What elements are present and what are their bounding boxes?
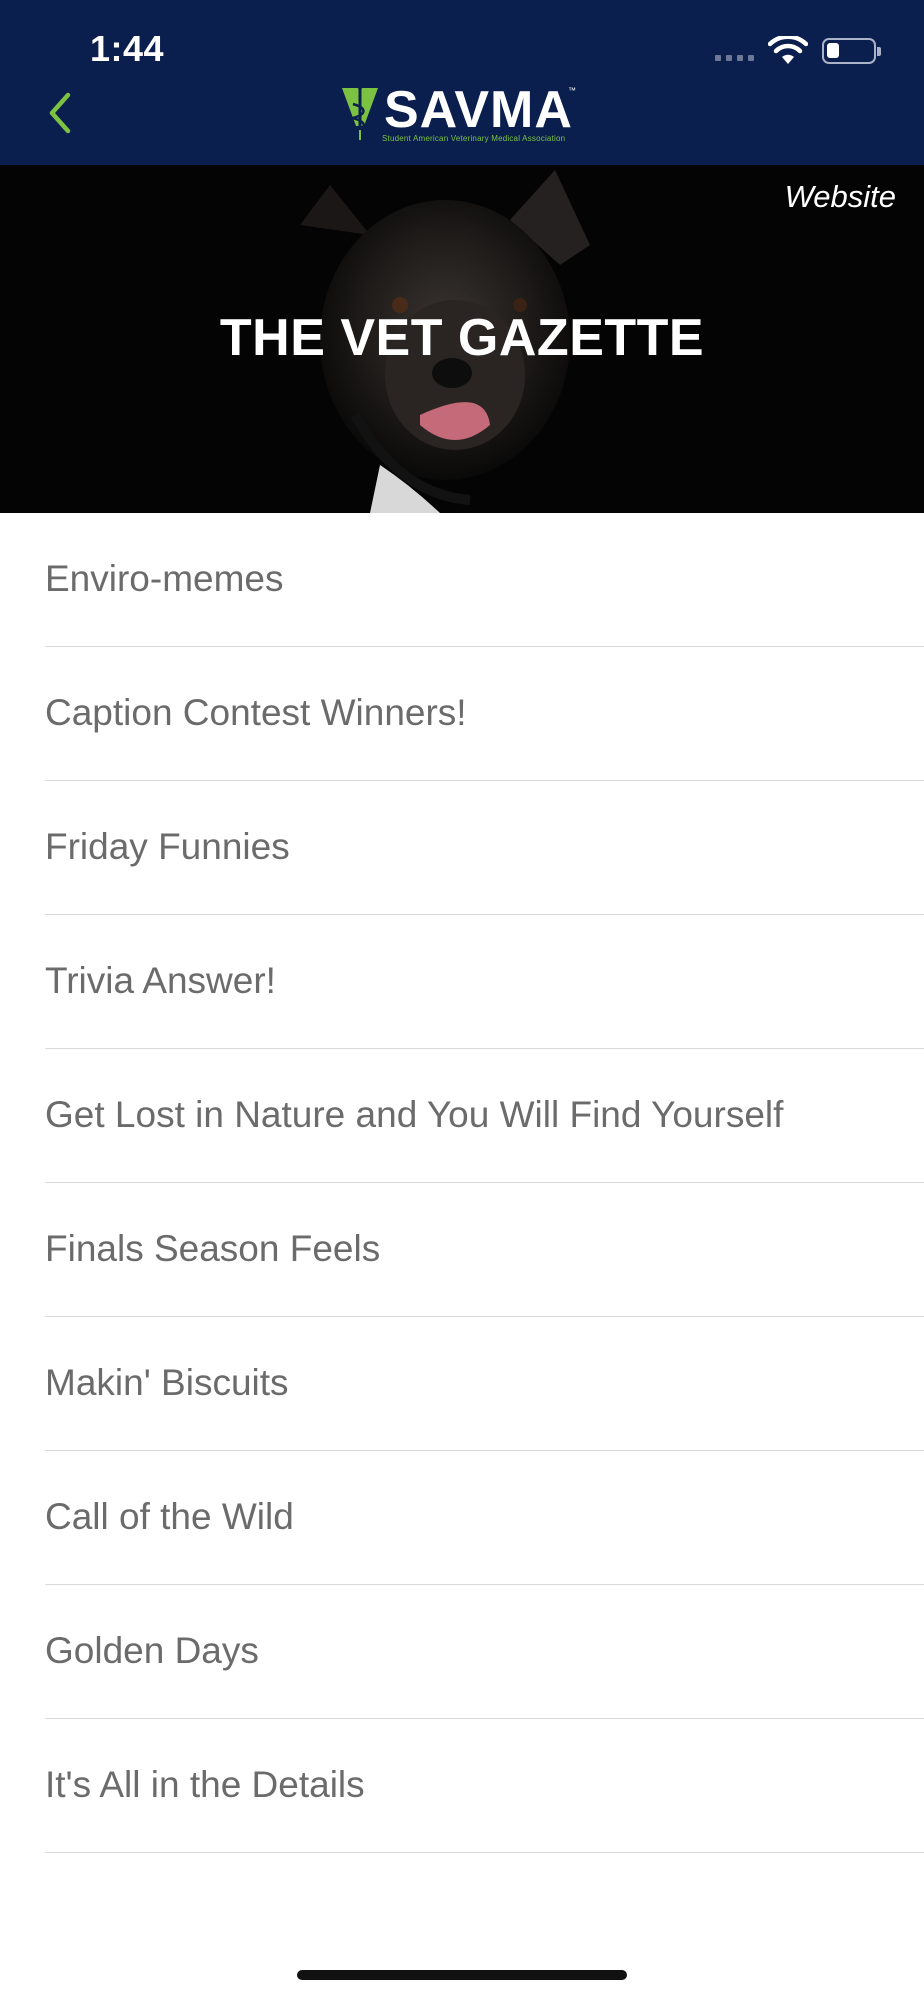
list-item[interactable]: Trivia Answer! xyxy=(0,915,924,1049)
logo-wordmark: SAVMA xyxy=(384,81,573,139)
list-item-label: Get Lost in Nature and You Will Find You… xyxy=(45,1094,784,1135)
list-item-label: Enviro-memes xyxy=(45,558,284,599)
list-item-label: Friday Funnies xyxy=(45,826,290,867)
list-item[interactable]: Friday Funnies xyxy=(0,781,924,915)
list-item-label: Finals Season Feels xyxy=(45,1228,381,1269)
article-list: Enviro-memes Caption Contest Winners! Fr… xyxy=(0,513,924,1853)
battery-icon xyxy=(822,38,881,64)
chevron-left-icon xyxy=(49,92,71,134)
top-bar: 1:44 SAVMA ™ Student American Veterinary… xyxy=(0,0,924,165)
list-item-label: Trivia Answer! xyxy=(45,960,276,1001)
caduceus-emblem-icon xyxy=(342,88,378,140)
list-item[interactable]: Enviro-memes xyxy=(0,513,924,647)
page-title: THE VET GAZETTE xyxy=(219,309,705,367)
status-icons xyxy=(715,34,881,68)
cellular-signal-icon xyxy=(715,41,754,61)
app-screen: 1:44 SAVMA ™ Student American Veterinary… xyxy=(0,0,924,2000)
list-item-label: Call of the Wild xyxy=(45,1496,294,1537)
hero-banner: Website THE VET GAZETTE xyxy=(0,165,924,513)
list-item-label: Caption Contest Winners! xyxy=(45,692,467,733)
list-item[interactable]: Get Lost in Nature and You Will Find You… xyxy=(0,1049,924,1183)
logo-subtitle: Student American Veterinary Medical Asso… xyxy=(382,134,566,143)
list-item[interactable]: Call of the Wild xyxy=(0,1451,924,1585)
list-item-label: Makin' Biscuits xyxy=(45,1362,289,1403)
wifi-icon xyxy=(768,36,808,64)
home-indicator[interactable] xyxy=(297,1970,627,1980)
status-time: 1:44 xyxy=(90,28,165,69)
list-item-label: It's All in the Details xyxy=(45,1764,365,1805)
list-item[interactable]: It's All in the Details xyxy=(0,1719,924,1853)
savma-logo: SAVMA ™ Student American Veterinary Medi… xyxy=(340,84,586,144)
list-item-label: Golden Days xyxy=(45,1630,259,1671)
list-item[interactable]: Makin' Biscuits xyxy=(0,1317,924,1451)
list-item[interactable]: Caption Contest Winners! xyxy=(0,647,924,781)
website-link[interactable]: Website xyxy=(785,179,896,215)
list-item[interactable]: Golden Days xyxy=(0,1585,924,1719)
back-button[interactable] xyxy=(40,88,80,138)
list-item[interactable]: Finals Season Feels xyxy=(0,1183,924,1317)
logo-trademark: ™ xyxy=(568,86,576,95)
